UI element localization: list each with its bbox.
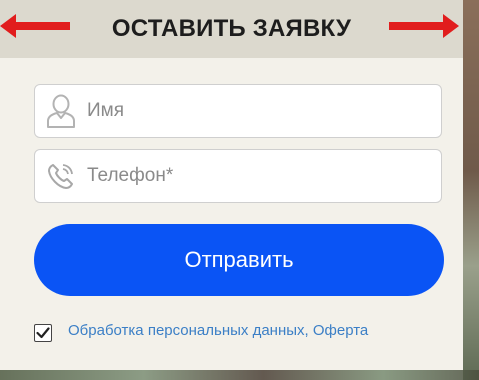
name-field[interactable]	[34, 84, 442, 138]
arrow-left-icon	[0, 14, 70, 38]
submit-button[interactable]: Отправить	[34, 224, 444, 296]
name-input[interactable]	[87, 91, 427, 131]
background-strip-bottom	[0, 370, 479, 380]
form-title: ОСТАВИТЬ ЗАЯВКУ	[111, 15, 352, 42]
arrow-right-icon	[389, 14, 459, 38]
checkmark-icon	[36, 327, 50, 339]
request-form-panel: ОСТАВИТЬ ЗАЯВКУ Отправить	[0, 0, 463, 370]
consent-link[interactable]: Обработка персональных данных, Оферта	[68, 322, 368, 339]
phone-input[interactable]	[87, 156, 427, 196]
phone-field[interactable]	[34, 149, 442, 203]
consent-checkbox[interactable]	[34, 324, 52, 342]
background-strip-right	[463, 0, 479, 380]
consent-row: Обработка персональных данных, Оферта	[34, 318, 368, 342]
user-icon	[35, 85, 87, 137]
phone-icon	[35, 150, 87, 202]
